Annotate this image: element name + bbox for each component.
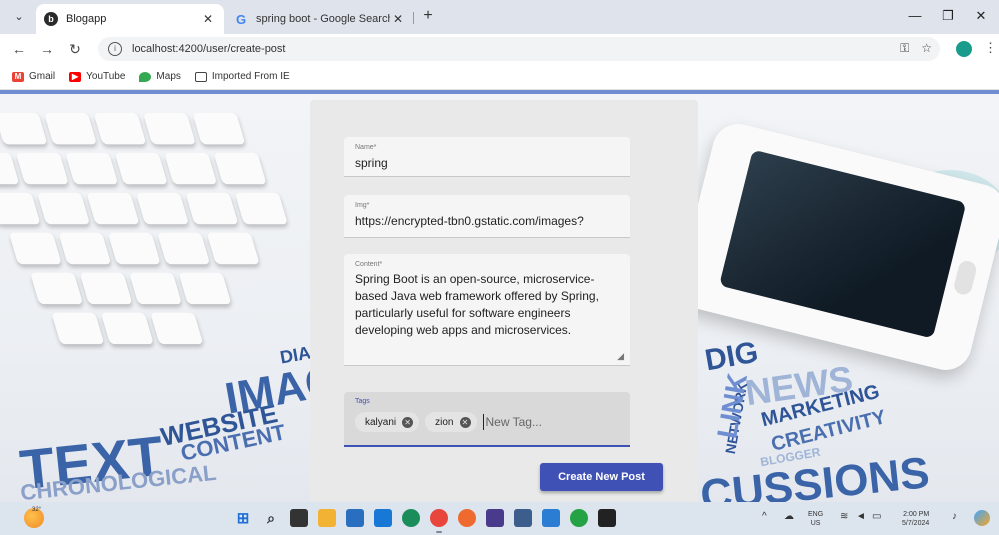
address-bar[interactable]: i localhost:4200/user/create-post ⚿ ☆ (98, 37, 940, 61)
address-url: localhost:4200/user/create-post (132, 43, 286, 55)
content-textarea[interactable]: Spring Boot is an open-source, microserv… (355, 271, 620, 339)
resize-handle-icon[interactable]: ◢ (617, 351, 624, 362)
maps-pin-icon (139, 71, 152, 82)
browser-tab-strip: ⌄ b Blogapp ✕ G spring boot - Google Sea… (0, 0, 999, 34)
task-view-icon[interactable] (290, 509, 308, 527)
menu-kebab-icon[interactable]: ⋮ (984, 40, 997, 56)
vscode-icon[interactable] (542, 509, 560, 527)
tray-chevron-icon[interactable]: ^ (762, 511, 767, 522)
create-new-post-button[interactable]: Create New Post (540, 463, 663, 491)
search-icon[interactable]: ⌕ (262, 509, 280, 527)
img-field-label: Img* (355, 202, 370, 209)
clock-date: 5/7/2024 (902, 520, 930, 527)
minimize-icon[interactable]: — (900, 6, 930, 26)
bookmark-youtube[interactable]: ▶ YouTube (69, 71, 125, 82)
windows-start-icon[interactable]: ⊞ (234, 509, 252, 527)
content-field-label: Content* (355, 261, 383, 268)
window-close-icon[interactable]: ✕ (966, 6, 996, 26)
blogapp-favicon-icon: b (44, 12, 58, 26)
img-input[interactable]: https://encrypted-tbn0.gstatic.com/image… (355, 212, 620, 230)
tab-search-chevron-icon[interactable]: ⌄ (8, 8, 30, 26)
clock-time: 2:00 PM (903, 511, 930, 518)
app-icon[interactable] (514, 509, 532, 527)
bookmark-label: Imported From IE (211, 71, 290, 82)
bg-word: LINK (711, 371, 754, 441)
bookmark-star-icon[interactable]: ☆ (921, 41, 932, 56)
terminal-icon[interactable] (598, 509, 616, 527)
tab-divider (413, 12, 414, 24)
name-field[interactable]: Name* spring (344, 137, 630, 177)
whatsapp-icon[interactable] (570, 509, 588, 527)
tag-chip[interactable]: zion ✕ (425, 412, 477, 432)
edge-browser-icon[interactable] (402, 509, 420, 527)
new-tag-input[interactable] (482, 414, 603, 430)
img-field[interactable]: Img* https://encrypted-tbn0.gstatic.com/… (344, 195, 630, 238)
tab-title: Blogapp (66, 13, 107, 25)
language-code: ENG (808, 511, 824, 518)
bookmark-maps[interactable]: Maps (139, 71, 181, 82)
tag-chip-label: kalyani (365, 416, 397, 428)
cloud-icon[interactable]: ☁ (784, 511, 794, 522)
tab-title: spring boot - Google Search (256, 13, 390, 25)
create-post-form: Name* spring Img* https://encrypted-tbn0… (310, 100, 698, 502)
close-icon[interactable]: ✕ (200, 12, 216, 26)
bookmark-label: YouTube (86, 71, 126, 82)
notification-bell-icon[interactable]: ♪ (952, 511, 957, 522)
address-bar-actions: ⚿ ☆ (900, 41, 932, 56)
tags-field-label: Tags (355, 398, 370, 405)
bookmarks-bar: M Gmail ▶ YouTube Maps Imported From IE (0, 64, 999, 90)
bookmark-label: Gmail (29, 71, 56, 82)
mail-icon[interactable] (374, 509, 392, 527)
folder-icon (194, 71, 207, 82)
bookmark-imported-folder[interactable]: Imported From IE (194, 71, 290, 82)
app-icon[interactable] (486, 509, 504, 527)
language-indicator[interactable]: ENG US (808, 510, 823, 528)
profile-avatar[interactable] (956, 41, 972, 57)
tags-field[interactable]: Tags kalyani ✕ zion ✕ (344, 392, 630, 447)
wifi-icon[interactable]: ≋ (840, 511, 848, 522)
remove-tag-icon[interactable]: ✕ (402, 416, 414, 428)
app-header-strip (0, 90, 999, 94)
restore-icon[interactable]: ❐ (933, 6, 963, 26)
region-code: US (810, 520, 821, 527)
new-tab-plus-icon[interactable]: + (418, 8, 438, 26)
reload-icon[interactable]: ↻ (66, 40, 84, 58)
volume-icon[interactable]: ◄ (856, 511, 866, 522)
name-input[interactable]: spring (355, 154, 620, 172)
phone-background-image (673, 118, 999, 376)
password-key-icon[interactable]: ⚿ (900, 41, 909, 56)
bookmark-gmail[interactable]: M Gmail (12, 71, 55, 82)
tag-chip[interactable]: kalyani ✕ (355, 412, 420, 432)
content-field[interactable]: Content* Spring Boot is an open-source, … (344, 254, 630, 366)
close-icon[interactable]: ✕ (390, 12, 406, 26)
gmail-icon: M (12, 71, 24, 82)
create-post-page: TEXT WEBSITE CONTENT IMAG CHRONOLOGICAL … (0, 90, 999, 502)
back-arrow-icon[interactable]: ← (10, 40, 28, 58)
google-favicon-icon: G (235, 11, 247, 27)
windows-taskbar: 32° ⊞ ⌕ ^ ☁ ENG US ≋ ◄ ▭ 2:00 PM 5/7/202… (0, 502, 999, 535)
chrome-browser-icon[interactable] (430, 509, 448, 527)
battery-icon[interactable]: ▭ (872, 511, 881, 522)
tag-chip-list: kalyani ✕ zion ✕ (355, 412, 620, 432)
file-explorer-icon[interactable] (318, 509, 336, 527)
browser-toolbar: ← → ↻ i localhost:4200/user/create-post … (0, 34, 999, 64)
copilot-icon[interactable] (974, 510, 990, 526)
youtube-icon: ▶ (69, 71, 82, 82)
site-info-icon[interactable]: i (108, 42, 122, 56)
clock[interactable]: 2:00 PM 5/7/2024 (902, 510, 929, 528)
tab-google-search[interactable]: G spring boot - Google Search ✕ (226, 4, 414, 34)
chrome-running-indicator (436, 531, 442, 533)
tab-blogapp[interactable]: b Blogapp ✕ (36, 4, 224, 34)
bookmark-label: Maps (156, 71, 181, 82)
remove-tag-icon[interactable]: ✕ (459, 416, 471, 428)
store-icon[interactable] (346, 509, 364, 527)
forward-arrow-icon[interactable]: → (38, 40, 56, 58)
name-field-label: Name* (355, 144, 377, 151)
weather-temperature: 32° (32, 507, 42, 513)
postman-icon[interactable] (458, 509, 476, 527)
tag-chip-label: zion (435, 416, 454, 428)
